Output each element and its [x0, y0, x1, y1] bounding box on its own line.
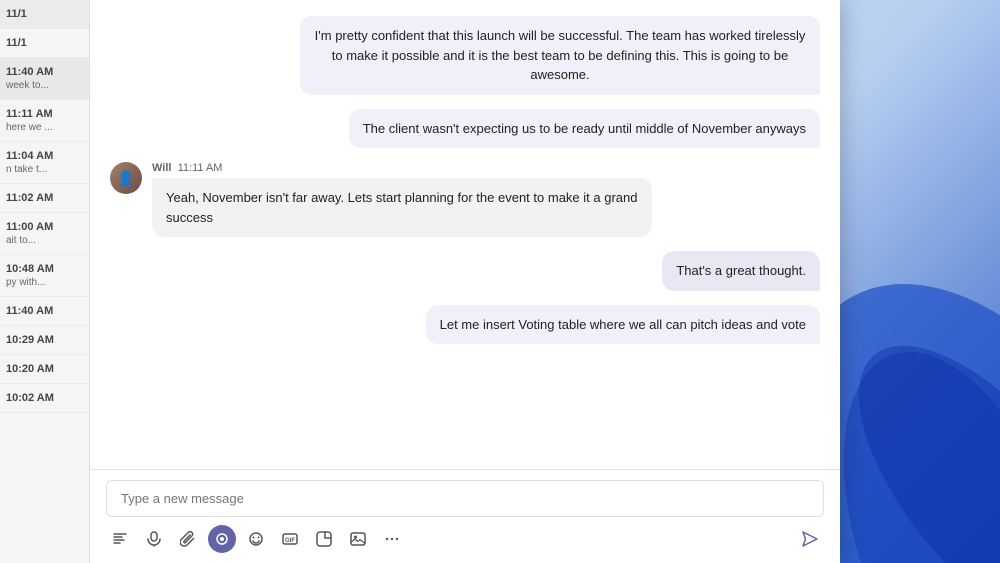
sidebar-item[interactable]: 11:00 AM ait to...	[0, 213, 89, 255]
mic-icon[interactable]	[140, 525, 168, 553]
gif-icon[interactable]: GIF	[276, 525, 304, 553]
sender-info: Will 11:11 AM	[152, 162, 652, 174]
sidebar-item[interactable]: 11:04 AM n take t...	[0, 142, 89, 184]
emoji-icon[interactable]	[242, 525, 270, 553]
more-options-icon[interactable]	[378, 525, 406, 553]
sidebar-item[interactable]: 10:20 AM	[0, 355, 89, 384]
sidebar-item[interactable]: 11/1	[0, 0, 89, 29]
format-icon[interactable]	[106, 525, 134, 553]
messages-list: I'm pretty confident that this launch wi…	[90, 0, 840, 469]
sidebar-item[interactable]: 10:29 AM	[0, 326, 89, 355]
message-outgoing: Let me insert Voting table where we all …	[110, 305, 820, 345]
sidebar-item[interactable]: 11/1	[0, 29, 89, 58]
conversation-sidebar: 11/1 11/1 11:40 AM week to... 11:11 AM h…	[0, 0, 90, 563]
sidebar-item[interactable]: 11:11 AM here we ...	[0, 100, 89, 142]
message-bubble-small: That's a great thought.	[662, 251, 820, 291]
message-outgoing: The client wasn't expecting us to be rea…	[110, 109, 820, 149]
message-outgoing: I'm pretty confident that this launch wi…	[110, 16, 820, 95]
svg-text:GIF: GIF	[285, 538, 295, 544]
image-icon[interactable]	[344, 525, 372, 553]
message-input[interactable]	[106, 480, 824, 517]
chat-area: I'm pretty confident that this launch wi…	[90, 0, 840, 563]
sidebar-item[interactable]: 11:02 AM	[0, 184, 89, 213]
avatar: 👤	[110, 162, 142, 194]
message-bubble: Yeah, November isn't far away. Lets star…	[152, 178, 652, 237]
toolbar: GIF	[106, 525, 824, 553]
paperclip-icon[interactable]	[174, 525, 202, 553]
sidebar-item[interactable]: 11:40 AM	[0, 297, 89, 326]
sidebar-item[interactable]: 10:48 AM py with...	[0, 255, 89, 297]
app-window: 11/1 11/1 11:40 AM week to... 11:11 AM h…	[0, 0, 840, 563]
message-bubble: The client wasn't expecting us to be rea…	[349, 109, 820, 149]
sidebar-item-active[interactable]: 11:40 AM week to...	[0, 58, 89, 100]
sticker-icon[interactable]	[310, 525, 338, 553]
loop-icon[interactable]	[208, 525, 236, 553]
message-incoming: 👤 Will 11:11 AM Yeah, November isn't far…	[110, 162, 820, 237]
sidebar-item[interactable]: 10:02 AM	[0, 384, 89, 413]
send-button[interactable]	[796, 525, 824, 553]
message-outgoing-small: That's a great thought.	[110, 251, 820, 291]
message-bubble: I'm pretty confident that this launch wi…	[300, 16, 820, 95]
input-area: GIF	[90, 469, 840, 563]
message-bubble: Let me insert Voting table where we all …	[426, 305, 820, 345]
